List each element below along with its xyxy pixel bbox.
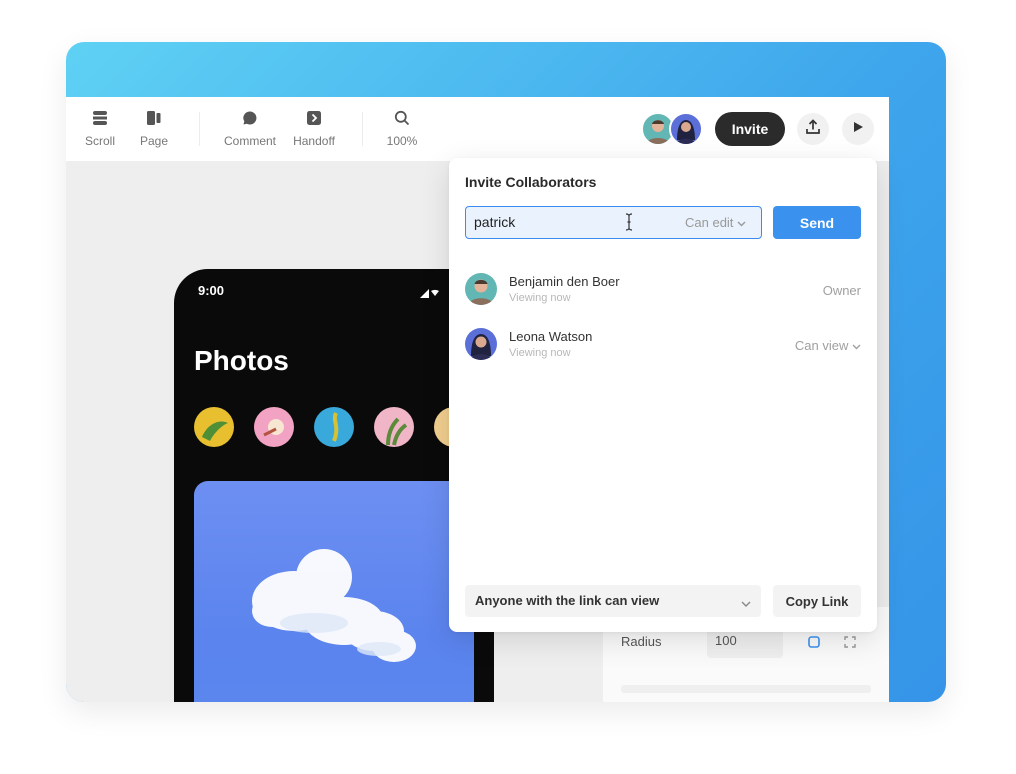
collaborator-name: Benjamin den Boer [509,274,620,289]
text-cursor-icon [625,213,633,231]
collaborator-role: Can view [794,338,849,353]
play-icon [852,120,864,138]
chevron-down-icon [737,215,746,230]
tool-handoff-label: Handoff [293,134,335,148]
tool-page-label: Page [139,134,169,148]
collaborator-status: Viewing now [509,292,571,304]
page-icon [145,109,163,127]
tool-scroll[interactable]: Scroll [70,109,130,148]
scroll-icon [91,109,109,127]
permission-select[interactable]: Can edit [685,215,746,230]
faded-row [621,685,871,693]
photo-card[interactable] [194,481,474,702]
share-icon [805,118,821,140]
photos-title: Photos [194,345,289,376]
story-thumbnail[interactable] [254,407,294,447]
avatar [465,328,497,360]
collaborator-role: Owner [822,283,861,298]
chevron-down-icon [852,338,861,353]
tool-handoff[interactable]: Handoff [284,109,344,148]
tool-zoom[interactable]: 100% [372,109,432,148]
link-access-select[interactable]: Anyone with the link can view [465,585,761,617]
collaborator-row: Leona Watson Viewing now Can view [465,328,861,364]
signal-icon [420,285,440,303]
toolbar-divider [199,112,200,146]
link-access-label: Anyone with the link can view [475,593,660,608]
collaborator-role-select[interactable]: Can view [795,338,861,353]
cloud-image [252,549,416,662]
toolbar-divider [362,112,363,146]
tool-scroll-label: Scroll [84,134,115,148]
invite-button[interactable]: Invite [715,112,785,146]
story-thumbnail[interactable] [194,407,234,447]
radius-uniform-icon[interactable] [803,631,825,653]
invite-popover: Invite Collaborators Can edit Send Benja… [449,158,877,632]
send-button[interactable]: Send [773,206,861,239]
avatar[interactable] [669,112,703,146]
story-thumbnail[interactable] [374,407,414,447]
permission-label: Can edit [685,215,734,230]
invite-search-input[interactable] [474,213,614,231]
tool-comment-label: Comment [223,134,276,148]
radius-label: Radius [621,634,662,649]
collaborator-name: Leona Watson [509,329,593,344]
story-thumbnail[interactable] [314,407,354,447]
avatar [465,273,497,305]
copy-link-button[interactable]: Copy Link [773,585,861,617]
play-button[interactable] [842,113,874,145]
radius-corners-icon[interactable] [839,631,861,653]
chevron-down-icon [741,595,751,613]
handoff-icon [305,109,323,127]
toolbar: Scroll Page Comment Handoff 100% Invite [66,97,889,161]
tool-page[interactable]: Page [124,109,184,148]
zoom-level: 100% [386,134,418,148]
collaborator-row: Benjamin den Boer Viewing now Owner [465,273,861,309]
zoom-icon [393,109,411,127]
share-button[interactable] [797,113,829,145]
popover-title: Invite Collaborators [465,174,597,190]
status-time: 9:00 [198,283,225,298]
comment-icon [241,109,259,127]
tool-comment[interactable]: Comment [220,109,280,148]
collaborator-status: Viewing now [509,347,571,359]
invite-input-field[interactable]: Can edit [465,206,762,239]
phone-preview: 9:00 Photos [174,269,494,702]
